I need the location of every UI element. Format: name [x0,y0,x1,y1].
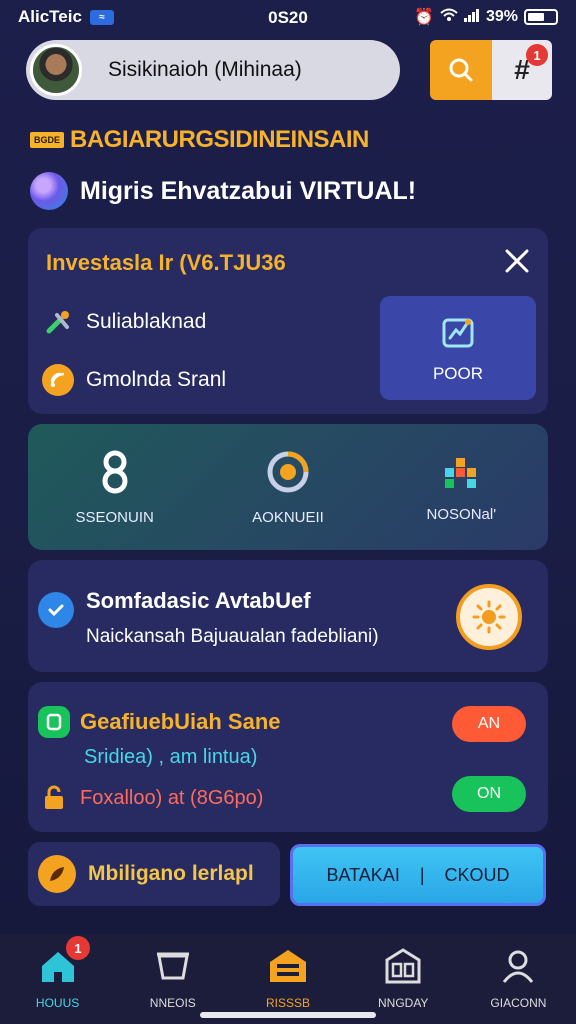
setting-label-3: Foxalloo) at (8G6po) [80,786,264,809]
sun-button[interactable] [456,584,522,650]
settings-card: GeafiuebUiah Sane Sridiea) , am lintua) … [28,682,548,832]
profile-icon [503,950,534,983]
orb-icon [30,172,68,210]
tab-store-label: NNGDAY [377,996,429,1010]
battery-percent: 39% [485,8,518,25]
search-icon [449,58,473,82]
feature-item-3[interactable]: NOSONal' [375,424,548,550]
cta-left-label: BATAKAI [326,864,400,885]
setting-label-1: GeafiuebUiah Sane [80,709,281,734]
tab-center-label: RISSSB [266,996,311,1010]
cart-icon [156,952,189,980]
bottom-action-button[interactable]: Mbiligano lerlapl [28,842,280,906]
toggle-button-2[interactable]: ON [452,776,526,812]
building-icon [270,950,306,982]
invest-option-2-label: Gmolnda Sranl [86,368,227,391]
header-actions: # 1 [430,40,552,100]
blocks-icon [445,457,477,488]
shield-icon [38,706,70,738]
target-icon [267,451,309,492]
close-icon[interactable] [502,246,532,276]
invest-tile-button[interactable]: POOR [380,296,536,400]
tab-profile-label: GIACONN [490,996,547,1010]
feature-label-2: AOKNUEII [252,508,324,526]
cta-divider: | [419,864,425,885]
link-icon [102,450,128,493]
setting-row-3: Foxalloo) at (8G6po) [38,782,263,814]
feature-label-3: NOSONal' [426,505,497,523]
wifi-icon [440,8,458,27]
cta-right-label: CKOUD [444,864,510,885]
network-icon: ≈ [89,9,114,25]
bottom-action-label: Mbiligano lerlapl [88,862,254,885]
chart-frame-icon [442,318,474,348]
status-bar: AlicTeic ≈ 0S20 ⏰ 39% [0,0,576,34]
store-icon [385,948,421,984]
promo-heading: BGDE BAGIARURGSIDINEINSAIN [30,126,369,154]
feature-item-2[interactable]: AOKNUEII [201,424,374,550]
battery-icon [524,9,558,25]
alarm-icon: ⏰ [414,9,434,26]
sun-icon [472,600,506,634]
invest-option-1[interactable]: Suliablaknad [42,306,206,338]
leaf-icon [38,855,76,893]
header: Sisikinaioh (Mihinaa) # 1 [26,40,552,100]
search-button[interactable] [430,40,492,100]
invest-option-1-label: Suliablaknad [86,310,207,333]
toggle-button-1[interactable]: AN [452,706,526,742]
notification-badge: 1 [526,44,548,66]
invest-card: Investasla Ir (V6.TJU36 Suliablaknad Gmo… [28,228,548,414]
feature-item-1[interactable]: SSEONUIN [28,424,201,550]
tab-profile[interactable]: GIACONN [461,934,576,1024]
tools-icon [42,306,74,338]
signal-icon [463,8,480,27]
invest-option-2[interactable]: Gmolnda Sranl [42,364,226,396]
feed-icon [42,364,74,396]
promo-tag: BGDE [30,132,65,148]
avatar[interactable] [30,44,82,96]
invest-title: Investasla Ir (V6.TJU36 [46,250,286,275]
search-bar[interactable]: Sisikinaioh (Mihinaa) [26,40,400,100]
tab-home[interactable]: HOUUS 1 [0,934,115,1024]
setting-row-2: Sridiea) , am lintua) [84,746,257,769]
welcome-text: Migris Ehvatzabui VIRTUAL! [80,176,417,205]
search-text: Sisikinaioh (Mihinaa) [108,58,302,81]
tab-center[interactable]: RISSSB [230,934,345,1024]
setting-row-1: GeafiuebUiah Sane [38,706,281,738]
tab-news[interactable]: NNEOIS [115,934,230,1024]
setting-label-2: Sridiea) , am lintua) [84,746,258,768]
invest-tile-label: POOR [432,364,484,383]
account-card[interactable]: Somfadasic AvtabUef Naickansah Bajuauala… [28,560,548,672]
feature-label-1: SSEONUIN [75,508,154,526]
lock-icon [38,782,70,814]
home-indicator [200,1012,376,1018]
tab-home-label: HOUUS [35,996,80,1010]
cta-button[interactable]: BATAKAI | CKOUD [290,844,546,906]
tab-store[interactable]: NNGDAY [346,934,461,1024]
welcome-banner: Migris Ehvatzabui VIRTUAL! [30,172,416,210]
tab-bar: HOUUS 1 NNEOIS RISSSB NNGDAY GIACONN [0,934,576,1024]
tab-news-label: NNEOIS [149,996,196,1010]
carrier-name: AlicTeic [18,7,82,26]
account-subtitle: Naickansah Bajuaualan fadebliani) [86,626,379,647]
account-title: Somfadasic AvtabUef [86,588,311,613]
promo-title: BAGIARURGSIDINEINSAIN [70,126,369,153]
features-card: SSEONUIN AOKNUEII NOSONal' [28,424,548,550]
check-icon [38,592,74,628]
tab-home-badge: 1 [66,936,90,960]
